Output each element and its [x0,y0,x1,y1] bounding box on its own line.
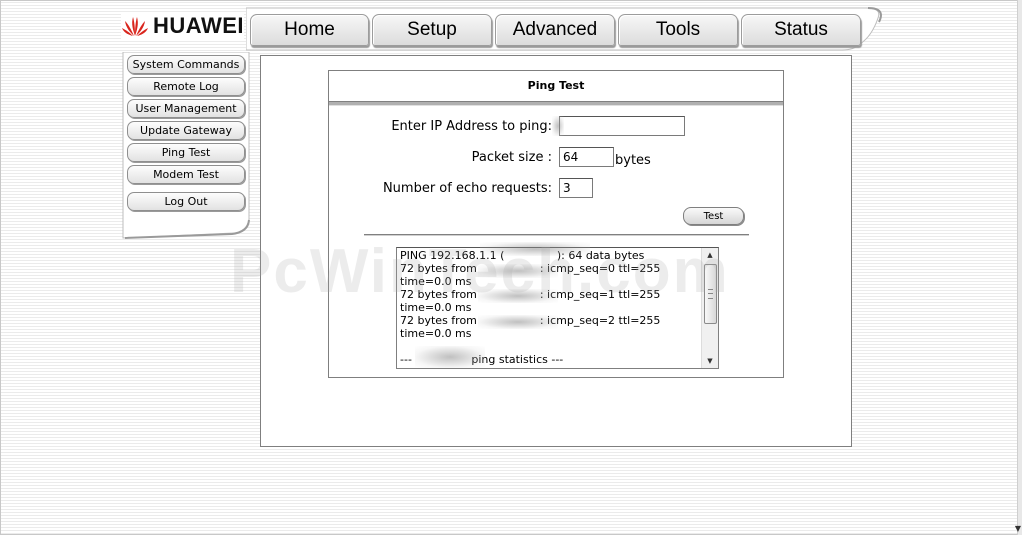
sidebar-item-system-commands[interactable]: System Commands [127,55,245,74]
ping-test-title: Ping Test [527,79,585,92]
tab-setup[interactable]: Setup [372,14,492,46]
sidebar: System Commands Remote Log User Manageme… [122,52,250,239]
title-divider [329,101,783,106]
sidebar-item-user-management[interactable]: User Management [127,99,245,118]
sidebar-item-modem-test[interactable]: Modem Test [127,165,245,184]
scrollbar-thumb[interactable] [704,264,717,324]
test-button[interactable]: Test [683,207,744,225]
output-scrollbar[interactable]: ▲ ▼ [701,248,718,368]
scroll-up-icon[interactable]: ▲ [702,248,718,262]
grip-icon [708,289,713,299]
main-nav: Home Setup Advanced Tools Status [246,6,882,51]
ip-address-input[interactable] [559,116,685,136]
page-scrollbar[interactable]: ▼ [1015,0,1022,535]
echo-requests-input[interactable] [559,178,593,198]
scroll-down-icon[interactable]: ▼ [1015,525,1021,533]
ping-output-text: PING 192.168.1.1 ( ): 64 data bytes 72 b… [400,249,661,366]
sidebar-item-update-gateway[interactable]: Update Gateway [127,121,245,140]
ping-output-textarea[interactable]: PING 192.168.1.1 ( ): 64 data bytes 72 b… [396,247,719,369]
form-divider [364,234,749,236]
ping-test-box: Ping Test Enter IP Address to ping: Pack… [328,70,784,378]
brand-logo: HUAWEI [121,13,244,39]
packet-size-label: Packet size : [471,150,552,165]
ip-address-label: Enter IP Address to ping: [391,119,552,134]
packet-size-unit: bytes [615,153,651,168]
sidebar-item-remote-log[interactable]: Remote Log [127,77,245,96]
brand-name: HUAWEI [153,13,244,38]
tab-advanced[interactable]: Advanced [495,14,615,46]
packet-size-input[interactable] [559,147,614,167]
content-panel: Ping Test Enter IP Address to ping: Pack… [260,55,852,447]
tab-home[interactable]: Home [250,14,369,46]
echo-requests-label: Number of echo requests: [382,181,552,196]
huawei-petal-icon [122,17,148,36]
sidebar-item-ping-test[interactable]: Ping Test [127,143,245,162]
scroll-down-icon[interactable]: ▼ [702,354,718,368]
sidebar-item-log-out[interactable]: Log Out [127,192,245,211]
tab-status[interactable]: Status [741,14,861,46]
tab-tools[interactable]: Tools [618,14,738,46]
